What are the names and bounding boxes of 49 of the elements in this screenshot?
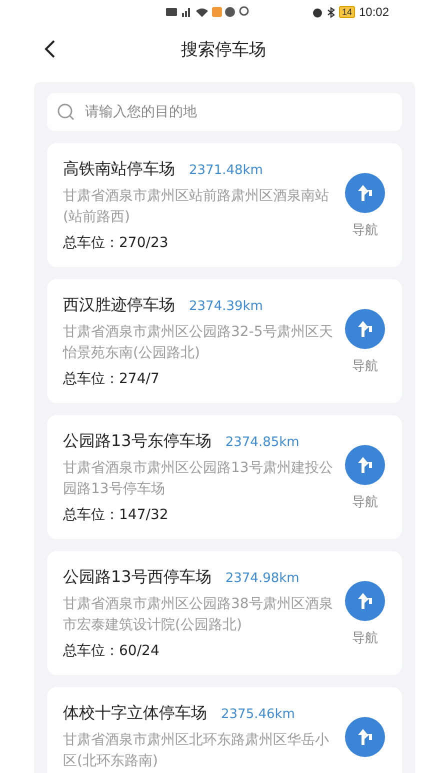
navigate-button[interactable] xyxy=(345,581,385,621)
parking-card[interactable]: 公园路13号东停车场 2374.85km 甘肃省酒泉市肃州区公园路13号肃州建投公园路13号停车场 总车位：147/32 导航 xyxy=(47,415,402,539)
parking-card[interactable]: 高铁南站停车场 2371.48km 甘肃省酒泉市肃州区站前路肃州区酒泉南站(站前路西) 总车位：270/23 导航 xyxy=(47,143,402,267)
navigate-label: 导航 xyxy=(352,358,378,375)
distance-text: 2375.46km xyxy=(221,707,295,722)
back-icon[interactable] xyxy=(44,39,56,59)
route-arrow-icon xyxy=(357,455,373,475)
route-arrow-icon xyxy=(357,591,373,611)
navigate-label: 导航 xyxy=(352,630,378,647)
spaces-text: 总车位：60/24 xyxy=(63,642,160,660)
spaces-text: 总车位：270/23 xyxy=(63,234,170,252)
navigate-label: 导航 xyxy=(352,222,378,239)
parking-card[interactable]: 西汉胜迹停车场 2374.39km 甘肃省酒泉市肃州区公园路32-5号肃州区天怡景苑东南(公园路北) 总车位：274/7 导航 xyxy=(47,279,402,403)
route-arrow-icon xyxy=(357,183,373,203)
distance-text: 2371.48km xyxy=(189,163,263,178)
parking-name: 公园路13号东停车场 xyxy=(63,431,212,452)
battery-level: 14 xyxy=(338,6,355,18)
search-icon xyxy=(57,103,75,121)
navigate-button[interactable] xyxy=(345,717,385,757)
parking-card[interactable]: 体校十字立体停车场 2375.46km 甘肃省酒泉市肃州区北环东路肃州区华岳小区(北环东路南) xyxy=(47,687,402,773)
parking-name: 高铁南站停车场 xyxy=(63,159,175,180)
wifi-icon xyxy=(196,8,208,17)
parking-name: 公园路13号西停车场 xyxy=(63,567,212,588)
address-text: 甘肃省酒泉市肃州区北环东路肃州区华岳小区(北环东路南) xyxy=(63,731,330,771)
distance-text: 2374.39km xyxy=(189,299,263,314)
distance-text: 2374.85km xyxy=(225,435,300,450)
navigate-button[interactable] xyxy=(345,445,385,485)
page-title: 搜索停车场 xyxy=(181,38,266,60)
route-arrow-icon xyxy=(357,727,373,747)
spaces-text: 总车位：274/7 xyxy=(63,370,160,388)
navigate-label: 导航 xyxy=(352,494,378,511)
distance-text: 2374.98km xyxy=(225,571,300,586)
address-text: 甘肃省酒泉市肃州区站前路肃州区酒泉南站(站前路西) xyxy=(63,187,330,227)
navigate-button[interactable] xyxy=(345,309,385,349)
parking-card[interactable]: 公园路13号西停车场 2374.98km 甘肃省酒泉市肃州区公园路38号肃州区酒泉市宏泰建筑设计院(公园路北) 总车位：60/24 导航 xyxy=(47,551,402,675)
parking-name: 体校十字立体停车场 xyxy=(63,703,207,724)
search-field[interactable]: 请输入您的目的地 xyxy=(83,103,392,121)
bluetooth-icon xyxy=(326,6,335,18)
address-text: 甘肃省酒泉市肃州区公园路32-5号肃州区天怡景苑东南(公园路北) xyxy=(63,323,334,363)
spaces-text: 总车位：147/32 xyxy=(63,506,170,524)
clock-time: 10:02 xyxy=(358,5,389,19)
navigate-button[interactable] xyxy=(345,173,385,213)
parking-name: 西汉胜迹停车场 xyxy=(63,295,175,316)
route-arrow-icon xyxy=(357,319,373,339)
notification-icon xyxy=(212,7,222,17)
address-text: 甘肃省酒泉市肃州区公园路13号肃州建投公园路13号停车场 xyxy=(63,459,334,499)
search-bar[interactable]: 请输入您的目的地 xyxy=(47,93,402,131)
signal-icon xyxy=(182,8,190,17)
address-text: 甘肃省酒泉市肃州区公园路38号肃州区酒泉市宏泰建筑设计院(公园路北) xyxy=(63,595,334,635)
